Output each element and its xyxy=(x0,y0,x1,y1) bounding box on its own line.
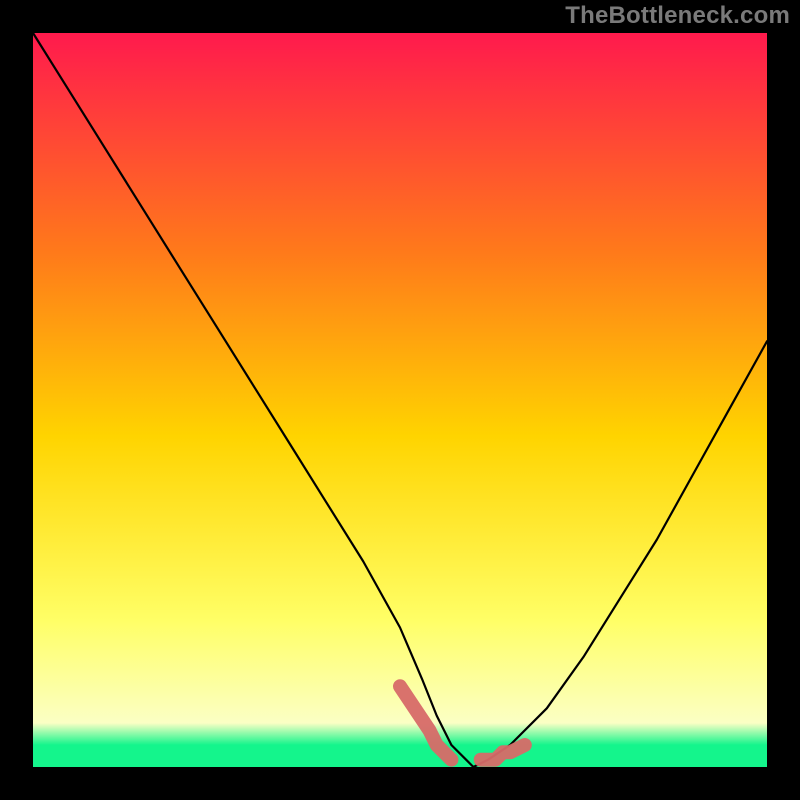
plot-area xyxy=(33,33,767,767)
chart-stage: TheBottleneck.com xyxy=(0,0,800,800)
bottleneck-chart xyxy=(0,0,800,800)
watermark-text: TheBottleneck.com xyxy=(565,2,790,30)
